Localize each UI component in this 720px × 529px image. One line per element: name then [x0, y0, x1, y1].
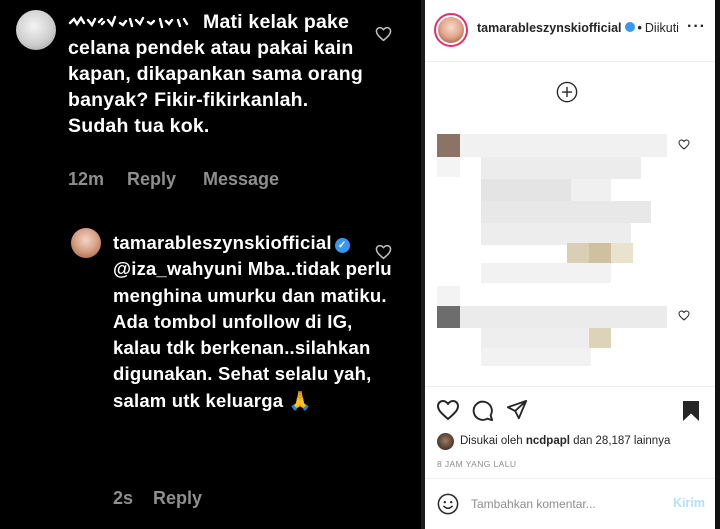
message-button[interactable]: Message — [203, 169, 279, 190]
reply-body: Mba..tidak perlu menghina umurku dan mat… — [113, 258, 392, 411]
header-username[interactable]: tamarableszynskiofficial — [477, 21, 622, 35]
reply-username[interactable]: tamarableszynskiofficial — [113, 232, 332, 253]
send-button[interactable]: Kirim — [673, 496, 705, 510]
heart-icon[interactable] — [436, 399, 460, 421]
like-heart-icon[interactable] — [678, 310, 690, 321]
likes-suffix[interactable]: dan 28,187 lainnya — [573, 435, 670, 447]
comment-input[interactable] — [471, 493, 651, 515]
header-user: tamarableszynskiofficial • Diikuti — [477, 21, 679, 35]
reply-button[interactable]: Reply — [127, 169, 176, 190]
comment-bar: Kirim — [425, 478, 715, 529]
plus-circle-icon[interactable] — [556, 81, 578, 103]
more-horizontal-icon[interactable]: ··· — [687, 18, 706, 36]
likes-summary: Disukai oleh ncdpapl dan 28,187 lainnya — [460, 435, 670, 447]
like-heart-icon[interactable] — [678, 139, 690, 150]
post-header: tamarableszynskiofficial • Diikuti ··· — [425, 0, 715, 62]
reply-button[interactable]: Reply — [153, 488, 202, 509]
window-edge — [715, 0, 720, 529]
reply-comment-text: tamarableszynskiofficial ✓ @iza_wahyuni Mb… — [113, 230, 403, 414]
post-time[interactable]: 8 JAM YANG LALU — [437, 459, 516, 469]
bookmark-icon[interactable] — [682, 400, 700, 422]
commenter-avatar[interactable] — [16, 10, 56, 50]
verified-badge-icon: ✓ — [334, 238, 350, 253]
liker-username[interactable]: ncdpapl — [526, 435, 570, 447]
mobile-comments-panel: Mati kelak pake celana pendek atau pakai… — [0, 0, 421, 529]
liker-avatar[interactable] — [437, 433, 454, 450]
comment-icon[interactable] — [471, 399, 494, 422]
like-heart-icon[interactable] — [375, 244, 392, 260]
owner-avatar[interactable] — [71, 228, 101, 258]
comment-time: 12m — [68, 169, 105, 189]
like-heart-icon[interactable] — [375, 26, 392, 42]
verified-badge-icon — [624, 22, 635, 32]
share-icon[interactable] — [506, 399, 528, 421]
mention-link[interactable]: @iza_wahyuni — [113, 258, 242, 279]
separator-dot: • — [637, 21, 642, 35]
reply-time: 2s — [113, 488, 134, 508]
instagram-post-panel: tamarableszynskiofficial • Diikuti ··· D… — [425, 0, 715, 529]
emoji-icon[interactable] — [437, 493, 459, 515]
likes-prefix: Disukai oleh — [460, 435, 523, 447]
follow-status-button[interactable]: Diikuti — [645, 21, 679, 35]
profile-avatar[interactable] — [434, 13, 468, 47]
comment-text: Mati kelak pake celana pendek atau pakai… — [68, 11, 363, 137]
actions-divider — [425, 386, 715, 387]
